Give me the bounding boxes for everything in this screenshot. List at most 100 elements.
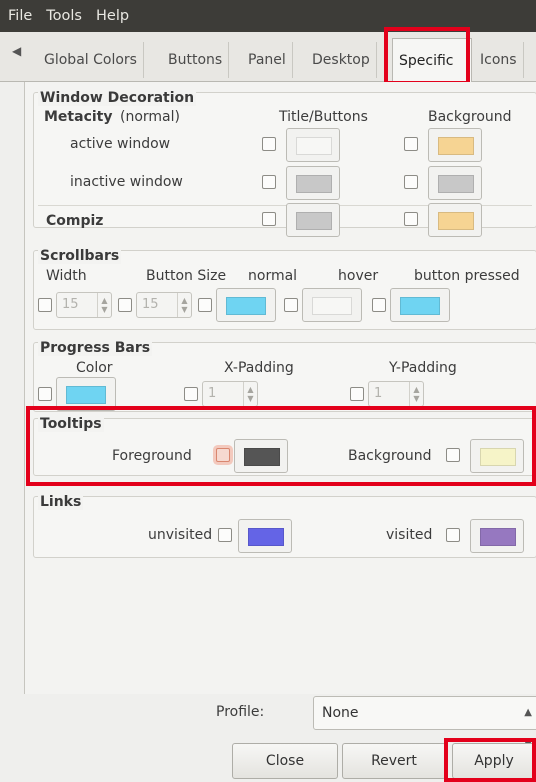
window-decoration-group: Window Decoration Metacity (normal) Titl…: [33, 90, 536, 237]
tab-icons[interactable]: Icons: [474, 42, 524, 78]
metacity-suffix: (normal): [120, 109, 180, 125]
spin-arrows-icon[interactable]: ▲ ▼: [243, 382, 257, 406]
tab-scroll-left-icon[interactable]: ◀: [12, 44, 21, 58]
tooltip-fg-color-button[interactable]: [234, 439, 288, 473]
inactive-bg-checkbox[interactable]: [404, 175, 418, 189]
scrollbar-hover-swatch: [312, 297, 352, 315]
active-title-color-button[interactable]: [286, 128, 340, 162]
scrollbar-width-checkbox[interactable]: [38, 298, 52, 312]
inactive-title-checkbox[interactable]: [262, 175, 276, 189]
inactive-title-swatch: [296, 175, 332, 193]
col-title-buttons: Title/Buttons: [279, 109, 368, 125]
tab-buttons[interactable]: Buttons: [162, 42, 230, 78]
scrollbar-width-label: Width: [46, 268, 87, 284]
scrollbar-hover-checkbox[interactable]: [284, 298, 298, 312]
scrollbar-pressed-checkbox[interactable]: [372, 298, 386, 312]
link-visited-color-button[interactable]: [470, 519, 524, 553]
menu-file[interactable]: File: [8, 8, 32, 24]
active-title-swatch: [296, 137, 332, 155]
close-button[interactable]: Close: [232, 743, 338, 779]
scrollbar-normal-checkbox[interactable]: [198, 298, 212, 312]
window-decoration-title: Window Decoration: [38, 90, 197, 106]
spin-arrows-icon[interactable]: ▲ ▼: [97, 293, 111, 317]
menu-tools[interactable]: Tools: [46, 8, 82, 24]
menu-bar: File Tools Help: [0, 0, 536, 32]
active-bg-checkbox[interactable]: [404, 137, 418, 151]
scrollbar-button-size-checkbox[interactable]: [118, 298, 132, 312]
progress-ypad-label: Y-Padding: [389, 360, 457, 376]
tab-specific[interactable]: Specific: [392, 38, 472, 82]
progress-color-checkbox[interactable]: [38, 387, 52, 401]
compiz-bg-color-button[interactable]: [428, 203, 482, 237]
scrollbar-button-size-spin[interactable]: 15 ▲ ▼: [136, 292, 192, 318]
tab-panel[interactable]: Panel: [242, 42, 293, 78]
scrollbar-pressed-swatch: [400, 297, 440, 315]
tooltips-group: Tooltips Foreground Background: [33, 416, 536, 476]
tooltip-fg-swatch: [244, 448, 280, 466]
inactive-title-color-button[interactable]: [286, 166, 340, 200]
tooltip-bg-label: Background: [348, 448, 432, 464]
inactive-bg-swatch: [438, 175, 474, 193]
scrollbar-width-value: 15: [62, 297, 79, 312]
scrollbar-normal-swatch: [226, 297, 266, 315]
progress-ypad-value: 1: [374, 386, 383, 401]
progress-color-swatch: [66, 386, 106, 404]
progress-xpad-spin[interactable]: 1 ▲ ▼: [202, 381, 258, 407]
scrollbar-normal-label: normal: [248, 268, 298, 284]
compiz-title-checkbox[interactable]: [262, 212, 276, 226]
col-background: Background: [428, 109, 512, 125]
scrollbar-pressed-color-button[interactable]: [390, 288, 450, 322]
progress-color-label: Color: [76, 360, 113, 376]
scrollbars-title: Scrollbars: [38, 248, 122, 264]
scrollbar-hover-color-button[interactable]: [302, 288, 362, 322]
tooltip-fg-checkbox[interactable]: [216, 448, 230, 462]
link-unvisited-checkbox[interactable]: [218, 528, 232, 542]
compiz-title-swatch: [296, 212, 332, 230]
progress-xpad-value: 1: [208, 386, 217, 401]
tooltip-bg-color-button[interactable]: [470, 439, 524, 473]
revert-button[interactable]: Revert: [342, 743, 446, 779]
scrollbar-button-size-value: 15: [142, 297, 159, 312]
tooltip-bg-checkbox[interactable]: [446, 448, 460, 462]
scrollbar-normal-color-button[interactable]: [216, 288, 276, 322]
menu-help[interactable]: Help: [96, 8, 129, 24]
progress-ypad-spin[interactable]: 1 ▲ ▼: [368, 381, 424, 407]
tab-desktop[interactable]: Desktop: [306, 42, 377, 78]
scrollbar-pressed-label: button pressed: [414, 268, 520, 284]
link-visited-swatch: [480, 528, 516, 546]
scrollbar-hover-label: hover: [338, 268, 379, 284]
active-bg-color-button[interactable]: [428, 128, 482, 162]
profile-value: None: [322, 705, 359, 721]
link-unvisited-color-button[interactable]: [238, 519, 292, 553]
tooltip-bg-swatch: [480, 448, 516, 466]
active-bg-swatch: [438, 137, 474, 155]
links-title: Links: [38, 494, 84, 510]
links-group: Links unvisited visited: [33, 494, 536, 558]
progress-ypad-checkbox[interactable]: [350, 387, 364, 401]
compiz-title-color-button[interactable]: [286, 203, 340, 237]
progress-color-button[interactable]: [56, 377, 116, 411]
progress-bars-title: Progress Bars: [38, 340, 153, 356]
progress-bars-group: Progress Bars Color X-Padding Y-Padding …: [33, 340, 536, 412]
scrollbar-button-size-label: Button Size: [146, 268, 227, 284]
scrollbar-width-spin[interactable]: 15 ▲ ▼: [56, 292, 112, 318]
spin-arrows-icon[interactable]: ▲ ▼: [409, 382, 423, 406]
tab-bar: ◀ Global Colors Buttons Panel Desktop Sp…: [0, 32, 536, 82]
inactive-bg-color-button[interactable]: [428, 166, 482, 200]
link-visited-checkbox[interactable]: [446, 528, 460, 542]
progress-xpad-checkbox[interactable]: [184, 387, 198, 401]
link-unvisited-label: unvisited: [148, 527, 213, 543]
profile-select[interactable]: None ▲▼: [313, 696, 536, 750]
link-unvisited-swatch: [248, 528, 284, 546]
compiz-bg-swatch: [438, 212, 474, 230]
tab-global-colors[interactable]: Global Colors: [38, 42, 144, 78]
tooltips-title: Tooltips: [38, 416, 104, 432]
scrollbars-group: Scrollbars Width Button Size normal hove…: [33, 248, 536, 330]
metacity-label: Metacity: [44, 109, 113, 125]
apply-button[interactable]: Apply: [452, 743, 536, 779]
active-title-checkbox[interactable]: [262, 137, 276, 151]
spin-arrows-icon[interactable]: ▲ ▼: [177, 293, 191, 317]
compiz-bg-checkbox[interactable]: [404, 212, 418, 226]
tooltip-fg-label: Foreground: [112, 448, 192, 464]
specific-panel: Window Decoration Metacity (normal) Titl…: [24, 82, 536, 694]
